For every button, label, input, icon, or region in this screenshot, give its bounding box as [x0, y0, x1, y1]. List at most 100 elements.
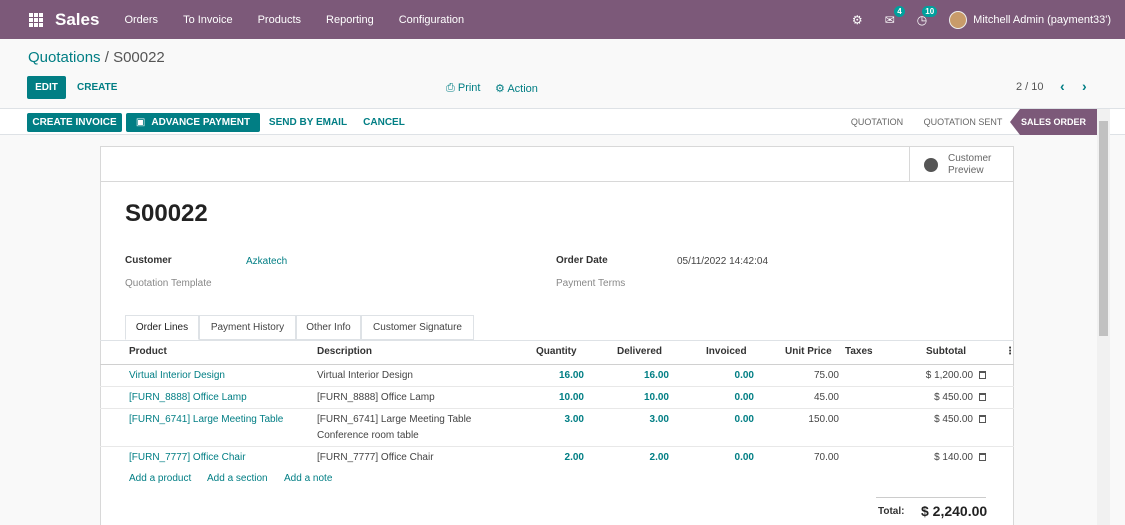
pager-value[interactable]: 2 / 10 — [1016, 81, 1044, 93]
apps-menu-icon[interactable] — [29, 12, 43, 27]
breadcrumb-parent[interactable]: Quotations — [28, 49, 101, 66]
scrollbar[interactable] — [1097, 109, 1110, 525]
row2-quantity[interactable]: 10.00 — [524, 392, 584, 403]
chevron-left-icon[interactable]: ‹ — [1060, 78, 1065, 94]
scrollbar-thumb[interactable] — [1099, 121, 1108, 336]
col-description[interactable]: Description — [317, 346, 372, 357]
customer-preview-label: Customer Preview — [948, 153, 991, 177]
row2-delivered[interactable]: 10.00 — [609, 392, 669, 403]
preview-line2: Preview — [948, 164, 984, 176]
edit-button[interactable]: EDIT — [27, 76, 66, 99]
row1-description[interactable]: Virtual Interior Design — [317, 370, 413, 381]
action-menu[interactable]: ⚙ Action — [495, 82, 538, 95]
trash-icon[interactable] — [979, 453, 986, 461]
navbar-systray: ⚙ ✉ 4 ◷ 10 Mitchell Admin (payment33') — [852, 5, 1125, 29]
row3-invoiced[interactable]: 0.00 — [694, 414, 754, 425]
money-icon: ▣ — [135, 117, 146, 128]
row1-delivered[interactable]: 16.00 — [609, 370, 669, 381]
col-unit-price[interactable]: Unit Price — [785, 346, 832, 357]
bug-icon[interactable]: ⚙ — [852, 13, 863, 27]
customer-preview-button[interactable]: Customer Preview — [909, 147, 1013, 182]
cancel-button[interactable]: CANCEL — [359, 113, 409, 132]
col-quantity[interactable]: Quantity — [536, 346, 577, 357]
col-taxes[interactable]: Taxes — [845, 346, 873, 357]
stage-sales-order[interactable]: SALES ORDER — [1010, 109, 1097, 135]
menu-products[interactable]: Products — [258, 14, 301, 26]
row4-quantity[interactable]: 2.00 — [524, 452, 584, 463]
row4-unit-price[interactable]: 70.00 — [779, 452, 839, 463]
row2-description[interactable]: [FURN_8888] Office Lamp — [317, 392, 435, 403]
add-note-link[interactable]: Add a note — [284, 473, 332, 484]
messages-badge: 4 — [894, 5, 905, 17]
row1-quantity[interactable]: 16.00 — [524, 370, 584, 381]
header-divider — [100, 364, 1014, 365]
menu-reporting[interactable]: Reporting — [326, 14, 374, 26]
tab-payment-history[interactable]: Payment History — [199, 315, 296, 340]
send-by-email-button[interactable]: SEND BY EMAIL — [266, 113, 350, 132]
preview-line1: Customer — [948, 152, 992, 164]
breadcrumb: Quotations / S00022 — [28, 49, 165, 66]
row1-product[interactable]: Virtual Interior Design — [129, 370, 225, 381]
row1-invoiced[interactable]: 0.00 — [694, 370, 754, 381]
trash-icon[interactable] — [979, 393, 986, 401]
row3-delivered[interactable]: 3.00 — [609, 414, 669, 425]
create-button[interactable]: CREATE — [77, 82, 117, 93]
customer-label: Customer — [125, 255, 172, 266]
chevron-right-icon[interactable]: › — [1082, 78, 1087, 94]
menu-to-invoice[interactable]: To Invoice — [183, 14, 233, 26]
row2-subtotal: $ 450.00 — [934, 392, 973, 403]
row3-description[interactable]: [FURN_6741] Large Meeting Table — [317, 414, 471, 425]
create-invoice-button[interactable]: CREATE INVOICE — [27, 113, 122, 132]
row-divider — [100, 386, 1014, 387]
row4-description[interactable]: [FURN_7777] Office Chair — [317, 452, 434, 463]
app-brand[interactable]: Sales — [55, 10, 99, 30]
stage-quotation-sent[interactable]: QUOTATION SENT — [916, 109, 1010, 135]
tab-divider — [100, 340, 1014, 341]
trash-icon[interactable] — [979, 415, 986, 423]
row4-subtotal: $ 140.00 — [934, 452, 973, 463]
row1-unit-price[interactable]: 75.00 — [779, 370, 839, 381]
trash-icon[interactable] — [979, 371, 986, 379]
quotation-template-label: Quotation Template — [125, 278, 212, 289]
row2-product[interactable]: [FURN_8888] Office Lamp — [129, 392, 247, 403]
print-menu[interactable]: ⎙ Print — [446, 82, 480, 95]
activities-icon[interactable]: ◷ 10 — [917, 5, 938, 27]
user-menu[interactable]: Mitchell Admin (payment33') — [973, 14, 1111, 26]
menu-configuration[interactable]: Configuration — [399, 14, 464, 26]
order-date-field[interactable]: 05/11/2022 14:42:04 — [677, 256, 768, 267]
tab-customer-signature[interactable]: Customer Signature — [361, 315, 474, 340]
column-options-icon[interactable]: ⋮ — [1005, 346, 1015, 357]
statusbar: CREATE INVOICE ▣ ADVANCE PAYMENT SEND BY … — [0, 108, 1125, 135]
row2-unit-price[interactable]: 45.00 — [779, 392, 839, 403]
col-subtotal[interactable]: Subtotal — [926, 346, 966, 357]
col-delivered[interactable]: Delivered — [617, 346, 662, 357]
gear-icon: ⚙ — [495, 83, 508, 95]
stage-quotation[interactable]: QUOTATION — [843, 109, 911, 135]
add-section-link[interactable]: Add a section — [207, 473, 268, 484]
print-icon: ⎙ — [446, 82, 458, 94]
row3-subtotal: $ 450.00 — [934, 414, 973, 425]
row3-product[interactable]: [FURN_6741] Large Meeting Table — [129, 414, 283, 425]
menu-orders[interactable]: Orders — [124, 14, 158, 26]
row4-delivered[interactable]: 2.00 — [609, 452, 669, 463]
add-product-link[interactable]: Add a product — [129, 473, 191, 484]
main-menu: Orders To Invoice Products Reporting Con… — [124, 14, 489, 26]
avatar[interactable] — [949, 10, 968, 29]
row-divider — [100, 408, 1014, 409]
messages-icon[interactable]: ✉ 4 — [885, 5, 905, 27]
advance-payment-button[interactable]: ▣ ADVANCE PAYMENT — [126, 113, 260, 132]
row3-unit-price[interactable]: 150.00 — [779, 414, 839, 425]
row3-quantity[interactable]: 3.00 — [524, 414, 584, 425]
row4-product[interactable]: [FURN_7777] Office Chair — [129, 452, 246, 463]
row2-invoiced[interactable]: 0.00 — [694, 392, 754, 403]
breadcrumb-separator: / — [100, 49, 114, 66]
tab-other-info[interactable]: Other Info — [296, 315, 361, 340]
globe-icon — [924, 157, 938, 172]
col-product[interactable]: Product — [129, 346, 167, 357]
tab-order-lines[interactable]: Order Lines — [125, 315, 199, 340]
customer-field[interactable]: Azkatech — [246, 256, 287, 267]
row4-invoiced[interactable]: 0.00 — [694, 452, 754, 463]
order-date-label: Order Date — [556, 255, 608, 266]
row3-description-line2[interactable]: Conference room table — [317, 430, 419, 441]
col-invoiced[interactable]: Invoiced — [706, 346, 747, 357]
